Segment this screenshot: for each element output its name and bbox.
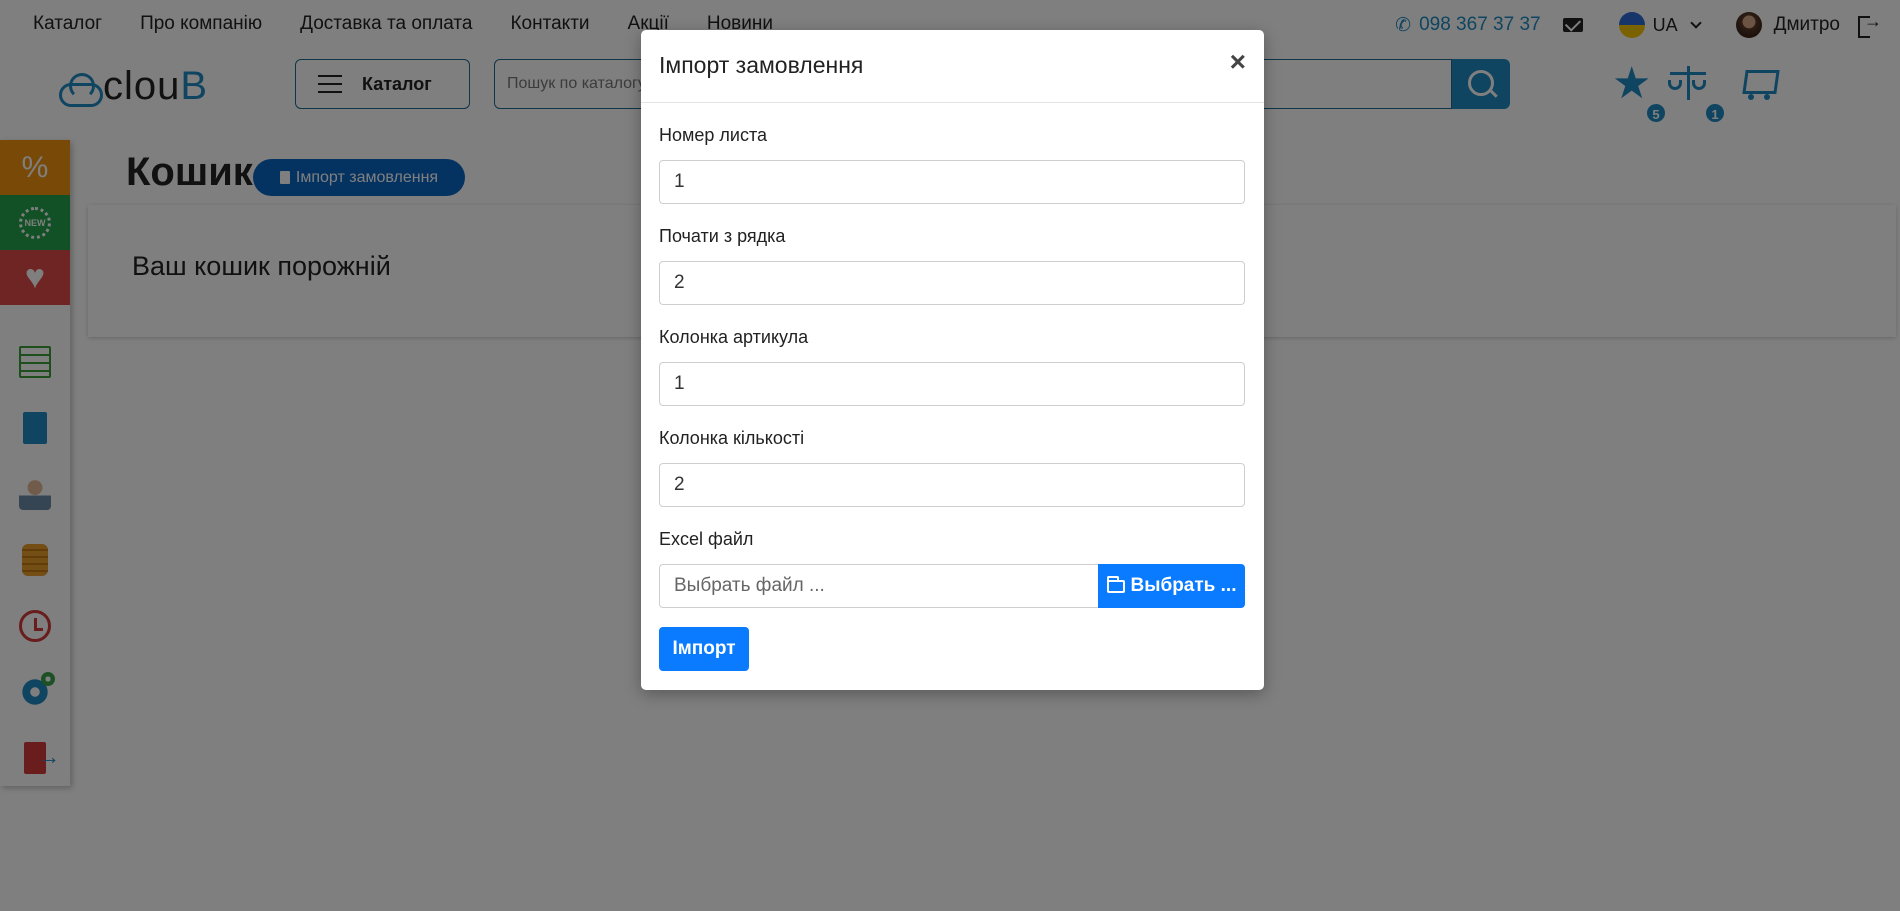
browse-file-button[interactable]: Выбрать ... <box>1098 564 1245 608</box>
import-button[interactable]: Імпорт <box>659 627 749 671</box>
quantity-column-input[interactable]: 2 <box>659 463 1245 507</box>
file-path-input[interactable]: Выбрать файл ... <box>659 564 1099 608</box>
excel-file-label: Excel файл <box>659 529 754 549</box>
close-icon[interactable]: × <box>1230 48 1246 76</box>
article-column-label: Колонка артикула <box>659 327 809 347</box>
modal-title: Імпорт замовлення <box>659 52 864 78</box>
start-row-label: Почати з рядка <box>659 226 786 246</box>
sheet-number-input[interactable]: 1 <box>659 160 1245 204</box>
article-column-input[interactable]: 1 <box>659 362 1245 406</box>
modal-header: Імпорт замовлення × <box>641 30 1264 103</box>
import-order-modal: Імпорт замовлення × Номер листа 1 Почати… <box>641 30 1264 690</box>
browse-file-label: Выбрать ... <box>1130 575 1237 596</box>
file-path-placeholder: Выбрать файл ... <box>674 575 825 596</box>
quantity-column-label: Колонка кількості <box>659 428 805 448</box>
sheet-number-label: Номер листа <box>659 125 768 145</box>
start-row-input[interactable]: 2 <box>659 261 1245 305</box>
folder-icon <box>1106 575 1125 593</box>
